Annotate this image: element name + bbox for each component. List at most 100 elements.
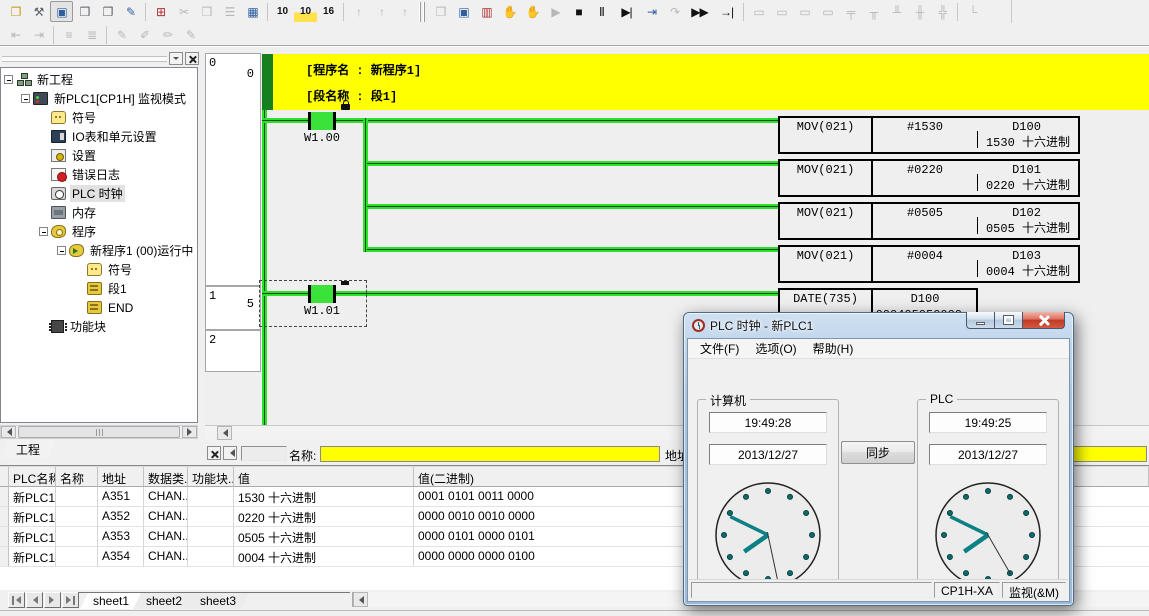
menu-options[interactable]: 选项(O) <box>747 338 804 359</box>
tree-item-plc[interactable]: 新PLC1[CP1H] 监视模式 <box>1 89 197 108</box>
prev-sheet-button[interactable] <box>26 592 43 608</box>
minimize-button[interactable] <box>966 312 995 329</box>
last-sheet-button[interactable] <box>62 592 79 608</box>
scroll-left-button[interactable] <box>217 426 232 440</box>
project-workspace-tab[interactable]: 工程 <box>0 440 56 458</box>
tree-item-section1[interactable]: 段1 <box>1 279 197 298</box>
bar-back-button[interactable] <box>223 446 237 460</box>
collapse-icon[interactable] <box>4 75 13 84</box>
maximize-button[interactable] <box>995 312 1022 329</box>
diff-monitor-up-button[interactable]: ╤ <box>839 1 862 22</box>
cut-button[interactable]: ✂ <box>172 1 195 22</box>
step-out-button[interactable]: ↷ <box>663 1 686 22</box>
scrollbar-thumb[interactable] <box>18 426 180 438</box>
tab-sheet3[interactable]: sheet3 <box>187 593 249 609</box>
collapse-icon[interactable] <box>57 246 66 255</box>
watch-range-2-button[interactable]: ▭ <box>770 1 793 22</box>
workspace-dropdown-button[interactable] <box>169 52 183 65</box>
close-button[interactable] <box>1022 312 1065 329</box>
tree-item-project[interactable]: 新工程 <box>1 70 197 89</box>
collapse-icon[interactable] <box>21 94 30 103</box>
view-mnemonic-button[interactable]: ⚒ <box>27 1 50 22</box>
column-header[interactable]: 地址 <box>98 467 144 487</box>
tree-item-function-blocks[interactable]: 功能块 <box>1 317 197 336</box>
tree-item-program-symbols[interactable]: 符号 <box>1 260 197 279</box>
tree-item-io-table[interactable]: IO表和单元设置 <box>1 127 197 146</box>
indent-right-button[interactable]: ⇥ <box>27 24 50 45</box>
run-button[interactable]: ▶ <box>544 1 567 22</box>
tab-sheet1[interactable]: sheet1 <box>80 593 142 609</box>
name-input[interactable] <box>320 446 660 462</box>
grid-lines-button[interactable]: ≡ <box>57 24 80 45</box>
tree-item-program1[interactable]: 新程序1 (00)运行中 <box>1 241 197 260</box>
column-header[interactable]: PLC名称 <box>9 467 56 487</box>
navigate-up-2-button[interactable]: ↑ <box>370 1 393 22</box>
cross-reference-button[interactable]: ⊞ <box>149 1 172 22</box>
continuous-step-button[interactable]: ▶▶ <box>686 1 713 22</box>
dialog-title-bar[interactable]: PLC 时钟 - 新PLC1 <box>692 313 813 338</box>
stop-button[interactable]: ■ <box>567 1 590 22</box>
tree-item-end[interactable]: END <box>1 298 197 317</box>
tree-item-plc-clock[interactable]: PLC 时钟 <box>1 184 197 203</box>
sidebar-horizontal-scrollbar[interactable] <box>0 425 198 439</box>
tab-sheet2[interactable]: sheet2 <box>133 593 195 609</box>
properties-button[interactable]: ✎ <box>119 1 142 22</box>
cascade-windows-button[interactable]: ❒ <box>73 1 96 22</box>
watch-range-1-button[interactable]: ▭ <box>747 1 770 22</box>
run-to-end-button[interactable]: →| <box>713 1 740 22</box>
column-header[interactable]: 名称 <box>56 467 98 487</box>
monitor-hex-button[interactable]: 16 <box>317 1 340 22</box>
bar-close-button[interactable] <box>207 446 221 460</box>
rung-margin-2[interactable]: 2 <box>205 330 261 372</box>
tree-item-symbols[interactable]: 符号 <box>1 108 197 127</box>
tree-item-settings[interactable]: 设置 <box>1 146 197 165</box>
instruction-block-mov3[interactable]: MOV(021) #0505 D102 0505 十六进制 <box>778 202 1080 240</box>
online-edit-button[interactable]: ▣ <box>452 1 475 22</box>
indent-left-button[interactable]: ⇤ <box>4 24 27 45</box>
instruction-block-mov1[interactable]: MOV(021) #1530 D100 1530 十六进制 <box>778 116 1080 154</box>
step-into-button[interactable]: ⇥ <box>640 1 663 22</box>
next-sheet-button[interactable] <box>44 592 61 608</box>
force-cancel-button[interactable]: ╬ <box>931 1 954 22</box>
first-sheet-button[interactable] <box>8 592 25 608</box>
watch-window-button[interactable]: ▣ <box>50 1 73 22</box>
tree-item-error-log[interactable]: 错误日志 <box>1 165 197 184</box>
workspace-close-button[interactable] <box>185 52 199 65</box>
transfer-to-plc-button[interactable]: ▥ <box>475 1 498 22</box>
view-diagram-button[interactable]: ❐ <box>4 1 27 22</box>
pen-monitor-4-button[interactable]: ✎ <box>179 24 202 45</box>
draw-corner-button[interactable]: └ <box>961 1 984 22</box>
pause-button[interactable]: Ⅱ <box>590 1 613 22</box>
force-online-button[interactable]: ✋ <box>521 1 544 22</box>
diff-monitor-down-button[interactable]: ╥ <box>862 1 885 22</box>
compile-window-button[interactable]: ❒ <box>429 1 452 22</box>
watch-range-4-button[interactable]: ▭ <box>816 1 839 22</box>
monitor-decimal-button[interactable]: 10 <box>271 1 294 22</box>
instruction-block-mov4[interactable]: MOV(021) #0004 D103 0004 十六进制 <box>778 245 1080 283</box>
watch-range-3-button[interactable]: ▭ <box>793 1 816 22</box>
pen-monitor-2-button[interactable]: ✐ <box>133 24 156 45</box>
pen-monitor-1-button[interactable]: ✎ <box>110 24 133 45</box>
column-header[interactable]: 值 <box>234 467 414 487</box>
grid-end-button[interactable]: ≣ <box>80 24 103 45</box>
new-window-button[interactable]: ❐ <box>96 1 119 22</box>
tree-item-memory[interactable]: 内存 <box>1 203 197 222</box>
column-header[interactable]: 数据类... <box>144 467 188 487</box>
force-set-button[interactable]: ╨ <box>885 1 908 22</box>
menu-help[interactable]: 帮助(H) <box>805 338 862 359</box>
contact-w1-01[interactable] <box>308 285 336 303</box>
plc-clock-dialog[interactable]: PLC 时钟 - 新PLC1 文件(F) 选项(O) 帮助(H) 计算机 19:… <box>683 312 1074 606</box>
scroll-left-button[interactable] <box>1 426 16 438</box>
rung-margin-0[interactable]: 0 0 <box>205 53 261 286</box>
force-reset-button[interactable]: ╫ <box>908 1 931 22</box>
sync-button[interactable]: 同步 <box>841 441 915 464</box>
collapse-icon[interactable] <box>39 227 48 236</box>
instruction-block-mov2[interactable]: MOV(021) #0220 D101 0220 十六进制 <box>778 159 1080 197</box>
work-online-button[interactable]: ✋ <box>498 1 521 22</box>
io-comment-button[interactable]: ▦ <box>241 1 264 22</box>
step-run-button[interactable]: ▶| <box>613 1 640 22</box>
scroll-right-button[interactable] <box>182 426 197 438</box>
copy-button[interactable]: ❒ <box>195 1 218 22</box>
workspace-gripper[interactable] <box>2 56 167 62</box>
scroll-left-button[interactable] <box>353 592 368 607</box>
